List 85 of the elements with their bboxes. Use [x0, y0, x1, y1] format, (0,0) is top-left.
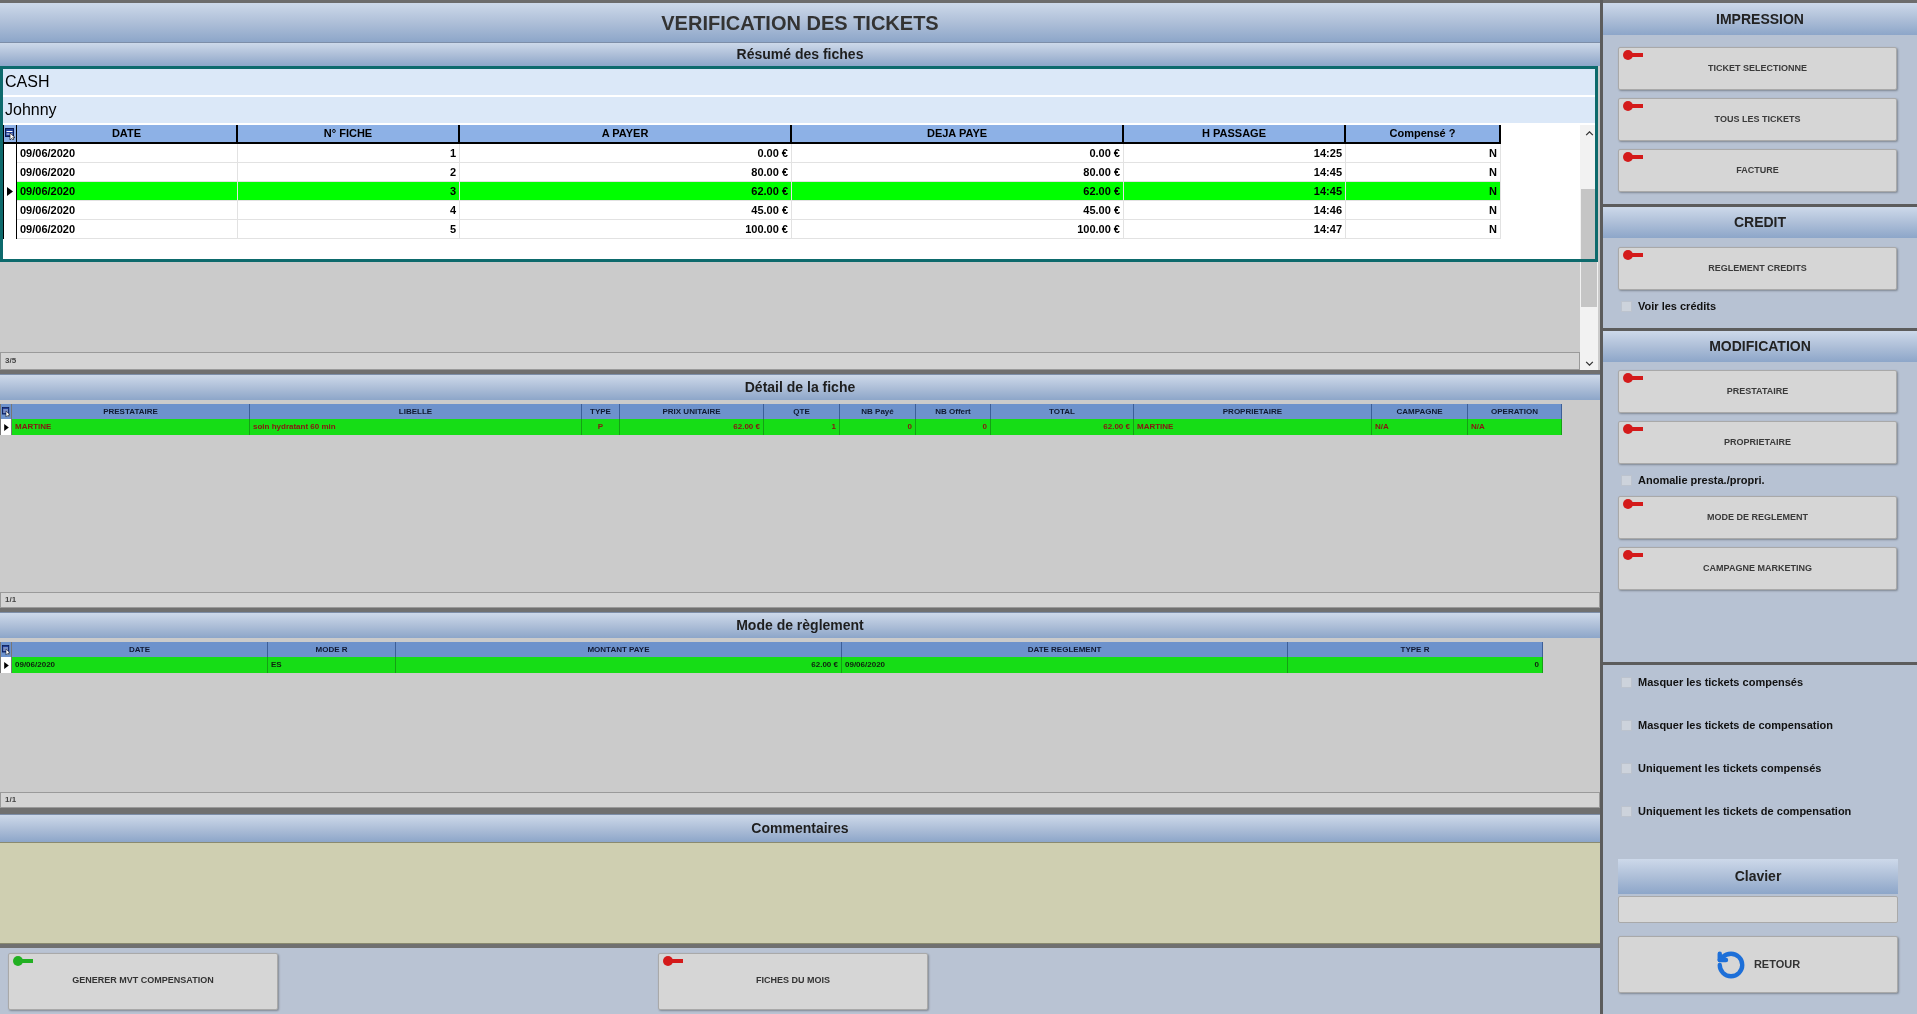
- column-header[interactable]: N° FICHE: [238, 125, 460, 142]
- sidebar-button[interactable]: CAMPAGNE MARKETING: [1618, 547, 1897, 590]
- row-pointer-icon: [3, 661, 9, 669]
- panel-header: Clavier: [1618, 859, 1898, 894]
- record-counter: 3/5: [0, 352, 1580, 370]
- table-cell: 62.00 €: [991, 419, 1134, 435]
- table-row[interactable]: 09/06/2020 1 0.00 € 0.00 € 14:25 N: [3, 144, 1501, 163]
- table-cell: 62.00 €: [396, 657, 842, 673]
- panel-header: CREDIT: [1603, 207, 1917, 238]
- flag-icon: [1623, 101, 1643, 111]
- column-header[interactable]: DEJA PAYE: [792, 125, 1124, 142]
- grid-corner-icon: [2, 406, 10, 417]
- table-cell: P: [582, 419, 620, 435]
- table-cell: 09/06/2020: [842, 657, 1288, 673]
- section-header: Résumé des fiches: [0, 42, 1600, 66]
- row-pointer-icon: [3, 423, 9, 431]
- flag-icon: [1623, 499, 1643, 509]
- sidebar-button[interactable]: PRESTATAIRE: [1618, 370, 1897, 413]
- section-header: Détail de la fiche: [0, 374, 1600, 400]
- table-cell: MARTINE: [12, 419, 250, 435]
- flag-icon: [1623, 152, 1643, 162]
- row-pointer-icon: [7, 187, 13, 196]
- table-cell: 0: [916, 419, 991, 435]
- table-cell: soin hydratant 60 min: [250, 419, 582, 435]
- checkbox-label: Uniquement les tickets compensés: [1638, 760, 1822, 776]
- sidebar-button[interactable]: FACTURE: [1618, 149, 1897, 192]
- checkbox-label: Anomalie presta./propri.: [1638, 472, 1765, 488]
- table-row[interactable]: 09/06/2020 ES 62.00 € 09/06/2020 0: [0, 657, 1543, 673]
- column-header[interactable]: Compensé ?: [1346, 125, 1501, 142]
- record-counter: 1/1: [0, 792, 1600, 808]
- back-button[interactable]: RETOUR: [1618, 936, 1898, 993]
- column-header[interactable]: A PAYER: [460, 125, 792, 142]
- flag-icon: [1623, 550, 1643, 560]
- table-cell: 14:47: [1124, 220, 1346, 239]
- checkbox-label: Voir les crédits: [1638, 298, 1717, 314]
- flag-icon: [1623, 50, 1643, 60]
- table-row[interactable]: MARTINE soin hydratant 60 min P 62.00 € 1 0 0 62.00 € MARTINE N/A N/A: [0, 419, 1562, 435]
- table-cell: N/A: [1468, 419, 1562, 435]
- vertical-scrollbar[interactable]: [1580, 125, 1598, 370]
- table-cell: MARTINE: [1134, 419, 1372, 435]
- sidebar-button[interactable]: REGLEMENT CREDITS: [1618, 247, 1897, 290]
- table-cell: 09/06/2020: [12, 657, 268, 673]
- table-cell: 100.00 €: [460, 220, 792, 239]
- keyboard-input-field[interactable]: [1618, 896, 1898, 923]
- action-button[interactable]: FICHES DU MOIS: [658, 952, 928, 1010]
- sidebar-button[interactable]: PROPRIETAIRE: [1618, 421, 1897, 464]
- panel-header: MODIFICATION: [1603, 331, 1917, 362]
- table-cell: ES: [268, 657, 396, 673]
- panel-header: IMPRESSION: [1603, 3, 1917, 35]
- flag-icon: [1623, 373, 1643, 383]
- checkbox-label: Masquer les tickets de compensation: [1638, 717, 1833, 733]
- section-header: Commentaires: [0, 814, 1600, 842]
- table-cell: N: [1346, 220, 1501, 239]
- sidebar-button[interactable]: MODE DE REGLEMENT: [1618, 496, 1897, 539]
- table-cell: 0: [1288, 657, 1543, 673]
- column-header[interactable]: H PASSAGE: [1124, 125, 1346, 142]
- checkbox-label: Uniquement les tickets de compensation: [1638, 803, 1852, 819]
- record-counter: 1/1: [0, 592, 1600, 608]
- sidebar-button[interactable]: TICKET SELECTIONNE: [1618, 47, 1897, 90]
- table-row[interactable]: 09/06/2020 5 100.00 € 100.00 € 14:47 N: [3, 220, 1501, 239]
- grid-corner-icon: [2, 644, 10, 655]
- comments-field[interactable]: [0, 842, 1600, 944]
- flag-icon: [1623, 424, 1643, 434]
- window-title: VERIFICATION DES TICKETS: [0, 0, 1600, 42]
- column-header[interactable]: DATE: [17, 125, 238, 142]
- checkbox-label: Masquer les tickets compensés: [1638, 674, 1804, 690]
- account-label: CASH: [3, 69, 1597, 95]
- caret-up-icon[interactable]: [1584, 130, 1594, 136]
- table-cell: 5: [238, 220, 460, 239]
- table-cell: N/A: [1372, 419, 1468, 435]
- table-cell: 1: [764, 419, 840, 435]
- caret-down-icon[interactable]: [1584, 360, 1594, 366]
- table-row[interactable]: 09/06/2020 2 80.00 € 80.00 € 14:45 N: [3, 163, 1501, 182]
- table-cell: 0: [840, 419, 916, 435]
- table-row[interactable]: 09/06/2020 4 45.00 € 45.00 € 14:46 N: [3, 201, 1501, 220]
- client-label: Johnny: [3, 97, 1597, 123]
- table-cell: 09/06/2020: [17, 220, 238, 239]
- flag-icon: [1623, 250, 1643, 260]
- sidebar-button[interactable]: TOUS LES TICKETS: [1618, 98, 1897, 141]
- action-button[interactable]: GENERER MVT COMPENSATION: [8, 952, 278, 1010]
- table-row[interactable]: 09/06/2020 3 62.00 € 62.00 € 14:45 N: [3, 182, 1501, 201]
- table-cell: 100.00 €: [792, 220, 1124, 239]
- table-cell: 62.00 €: [620, 419, 764, 435]
- undo-arrow-icon: [1715, 949, 1746, 980]
- section-header: Mode de règlement: [0, 612, 1600, 638]
